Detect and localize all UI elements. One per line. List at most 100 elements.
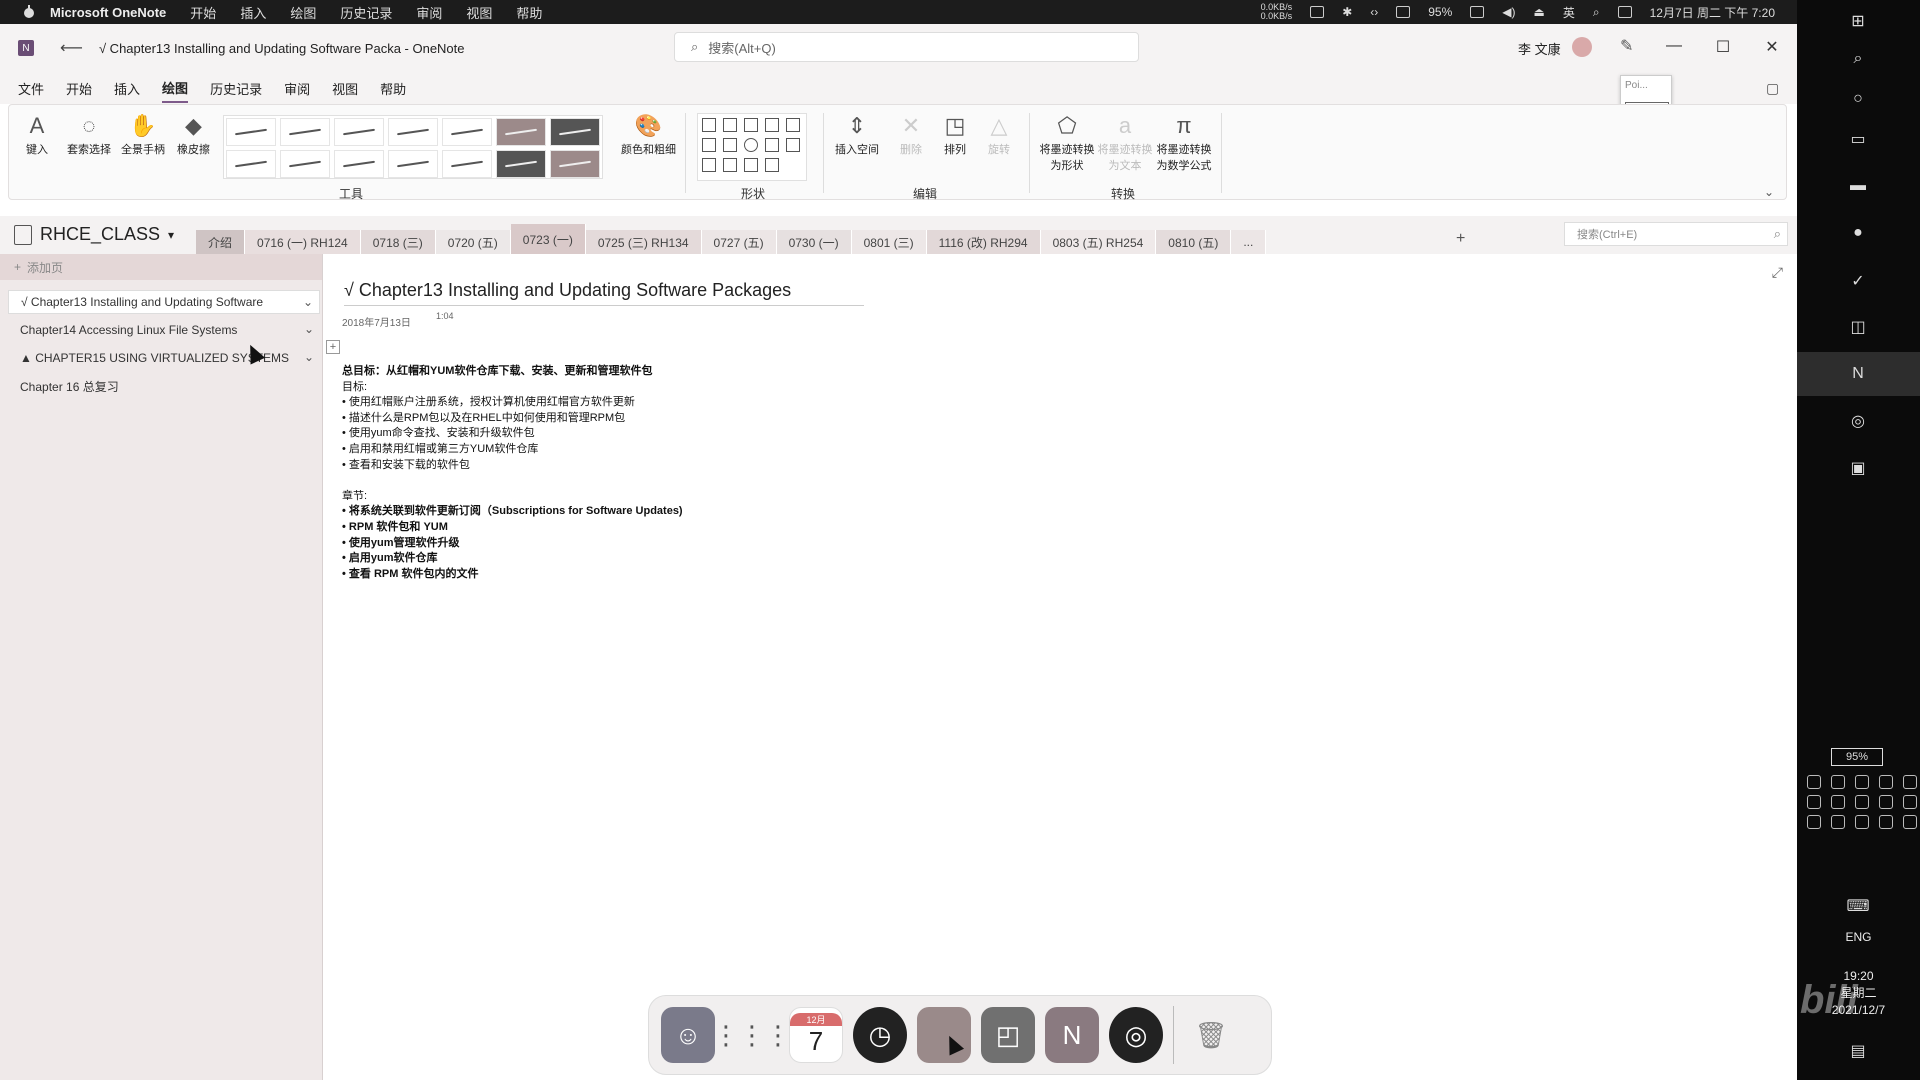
tray-mic-icon[interactable]	[1879, 815, 1893, 829]
highlighter-swatch[interactable]	[496, 118, 546, 146]
file-explorer-icon[interactable]: ▬	[1847, 175, 1869, 197]
add-page-button[interactable]: + 添加页	[0, 254, 322, 280]
tray-app-icon[interactable]	[1879, 795, 1893, 809]
language-indicator[interactable]: ENG	[1797, 930, 1920, 944]
page-item[interactable]: Chapter 16 总复习	[8, 374, 320, 398]
trash-icon[interactable]: 🗑	[1184, 1007, 1238, 1063]
pen-swatch[interactable]	[388, 150, 438, 178]
section-tab-active[interactable]: 0723 (一)	[510, 224, 586, 254]
pen-swatch[interactable]	[280, 118, 330, 146]
pan-button[interactable]: ✋ 全景手柄	[121, 111, 165, 157]
section-tab[interactable]: 0801 (三)	[851, 230, 927, 254]
app-name[interactable]: Microsoft OneNote	[50, 5, 166, 20]
onenote-taskbar-icon[interactable]: N	[1847, 363, 1869, 385]
tasks-icon[interactable]: ✓	[1847, 270, 1869, 292]
minimize-icon[interactable]: —	[1664, 37, 1684, 55]
diamond-shape-icon[interactable]	[702, 158, 716, 172]
tray-app-icon[interactable]	[1807, 795, 1821, 809]
image-app-icon[interactable]: ▣	[1847, 457, 1869, 479]
notification-icon[interactable]: ▤	[1847, 1040, 1869, 1062]
ink-to-math-button[interactable]: π 将墨迹转换为数学公式	[1153, 111, 1215, 173]
clock-icon[interactable]: ◷	[853, 1007, 907, 1063]
section-tab[interactable]: 介绍	[196, 230, 246, 254]
delete-button[interactable]: ✕ 删除	[897, 111, 925, 157]
tray-app-icon[interactable]	[1855, 815, 1869, 829]
obs-dock-icon[interactable]: ◎	[1109, 1007, 1163, 1063]
pen-swatch[interactable]	[442, 150, 492, 178]
mac-menu-view[interactable]: 视图	[466, 3, 492, 22]
window-app-icon[interactable]: ◫	[1847, 316, 1869, 338]
add-container-icon[interactable]: +	[326, 340, 340, 354]
add-section-button[interactable]: +	[1456, 230, 1465, 248]
parallelogram-shape-icon[interactable]	[765, 138, 779, 152]
highlighter-swatch[interactable]	[550, 150, 600, 178]
phone-icon[interactable]	[1310, 6, 1325, 18]
input-method[interactable]: 英	[1563, 4, 1575, 21]
eraser-button[interactable]: ◆ 橡皮擦	[177, 111, 210, 157]
more-sections-button[interactable]: ...	[1231, 230, 1267, 254]
arrange-button[interactable]: ◳ 排列	[941, 111, 969, 157]
pen-swatch[interactable]	[280, 150, 330, 178]
pen-icon[interactable]: ✎	[1620, 36, 1633, 56]
app-icon[interactable]	[917, 1007, 971, 1063]
expand-icon[interactable]: ⤢	[1772, 264, 1783, 281]
axis-shape-icon[interactable]	[723, 158, 737, 172]
tray-app-icon[interactable]	[1903, 775, 1917, 789]
task-view-icon[interactable]: ▭	[1847, 128, 1869, 150]
volume-icon[interactable]: ◀)	[1502, 5, 1515, 19]
section-tab[interactable]: 0718 (三)	[360, 230, 436, 254]
notebook-search-input[interactable]: 搜索(Ctrl+E) ⌕	[1564, 222, 1788, 246]
apple-icon[interactable]	[22, 5, 36, 19]
tab-file[interactable]: 文件	[18, 75, 44, 102]
elbow-shape-icon[interactable]	[702, 138, 716, 152]
tab-help[interactable]: 帮助	[380, 75, 406, 102]
search-icon[interactable]: ⌕	[1847, 48, 1869, 70]
obs-icon[interactable]: ◎	[1847, 410, 1869, 432]
control-center-icon[interactable]	[1617, 6, 1632, 18]
immersive-reader-icon[interactable]: ▢	[1766, 80, 1779, 97]
insert-space-button[interactable]: ⇕ 插入空间	[835, 111, 879, 157]
pen-swatch[interactable]	[334, 150, 384, 178]
user-name[interactable]: 李 文康	[1518, 39, 1561, 58]
connector-shape-icon[interactable]	[786, 118, 800, 132]
rectangle-shape-icon[interactable]	[723, 138, 737, 152]
axis-shape-icon[interactable]	[744, 158, 758, 172]
section-tab[interactable]: 1116 (改) RH294	[926, 230, 1041, 254]
page-item-active[interactable]: √ Chapter13 Installing and Updating Soft…	[8, 290, 320, 314]
mac-menu-insert[interactable]: 插入	[240, 3, 266, 22]
pen-swatch[interactable]	[388, 118, 438, 146]
highlighter-swatch[interactable]	[496, 150, 546, 178]
tab-draw[interactable]: 绘图	[162, 74, 189, 103]
keyboard-icon[interactable]: ⌨	[1846, 895, 1869, 917]
section-tab[interactable]: 0730 (一)	[776, 230, 852, 254]
bluetooth-icon[interactable]: ✱	[1342, 5, 1352, 19]
line-shape-icon[interactable]	[702, 118, 716, 132]
calendar-icon[interactable]: 12月 7	[789, 1007, 843, 1063]
pen-swatch[interactable]	[334, 118, 384, 146]
launchpad-icon[interactable]: ⋮⋮⋮	[713, 1007, 791, 1063]
tab-review[interactable]: 审阅	[284, 75, 310, 102]
mac-menu-history[interactable]: 历史记录	[340, 3, 392, 22]
back-arrow-icon[interactable]: ⟵	[60, 38, 83, 58]
section-tab[interactable]: 0716 (一) RH124	[245, 230, 361, 254]
highlighter-swatch[interactable]	[550, 118, 600, 146]
avatar[interactable]	[1572, 37, 1592, 57]
tray-app-icon[interactable]	[1903, 815, 1917, 829]
mac-menu-review[interactable]: 审阅	[416, 3, 442, 22]
tab-view[interactable]: 视图	[332, 75, 358, 102]
tray-app-icon[interactable]	[1903, 795, 1917, 809]
chevron-down-icon[interactable]: ⌄	[304, 350, 314, 364]
browser-icon[interactable]: ●	[1847, 222, 1869, 244]
pen-swatch[interactable]	[226, 150, 276, 178]
section-tab[interactable]: 0725 (三) RH134	[585, 230, 702, 254]
spotlight-icon[interactable]: ⌕	[1593, 5, 1600, 20]
section-tab[interactable]: 0720 (五)	[435, 230, 511, 254]
tab-home[interactable]: 开始	[66, 75, 92, 102]
close-icon[interactable]: ✕	[1762, 37, 1782, 57]
triangle-shape-icon[interactable]	[786, 138, 800, 152]
search-box[interactable]: ⌕ 搜索(Alt+Q)	[674, 32, 1139, 62]
page-title[interactable]: √ Chapter13 Installing and Updating Soft…	[344, 280, 864, 306]
page-item[interactable]: ▲ CHAPTER15 USING VIRTUALIZED SYSTEMS ⌄	[8, 346, 320, 370]
page-canvas[interactable]: ⤢ √ Chapter13 Installing and Updating So…	[324, 254, 1797, 1080]
finder-icon[interactable]: ☺	[661, 1007, 715, 1063]
